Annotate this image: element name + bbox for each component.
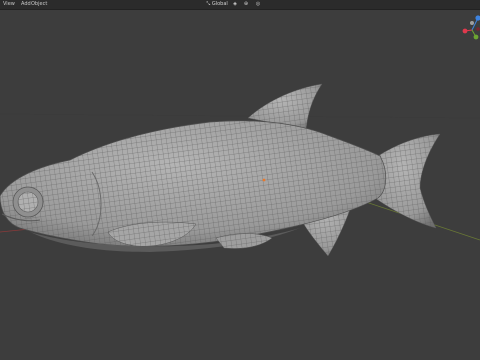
- gizmo-y-handle[interactable]: [473, 34, 479, 40]
- gizmo-x-handle[interactable]: [462, 28, 468, 34]
- proportional-editing-icon[interactable]: ◎: [254, 1, 262, 8]
- object-menu[interactable]: Object: [31, 0, 47, 9]
- viewport-header: View Add Object ⤡ Global ◈ ⊕ ◎: [0, 0, 480, 10]
- viewport-canvas[interactable]: [0, 10, 480, 360]
- fish-mesh[interactable]: [0, 83, 441, 257]
- add-menu[interactable]: Add: [21, 0, 31, 9]
- gizmo-neg-axis-handle[interactable]: [470, 21, 474, 25]
- pivot-icon[interactable]: ◈: [231, 1, 239, 8]
- floor-grid-line: [0, 113, 480, 119]
- orientation-label: Global: [211, 1, 228, 7]
- orientation-icon: ⤡: [206, 1, 211, 7]
- eye-wire: [18, 192, 38, 212]
- snap-icon[interactable]: ⊕: [242, 1, 250, 8]
- view-menu[interactable]: View: [3, 0, 15, 9]
- gizmo-neg-x-handle[interactable]: [476, 27, 480, 31]
- object-origin-marker[interactable]: [262, 178, 266, 182]
- navigation-gizmo[interactable]: [462, 10, 480, 40]
- gizmo-z-handle[interactable]: [475, 15, 480, 21]
- transform-orientation-dropdown[interactable]: ⤡ Global: [206, 1, 228, 8]
- 3d-viewport[interactable]: [0, 10, 480, 360]
